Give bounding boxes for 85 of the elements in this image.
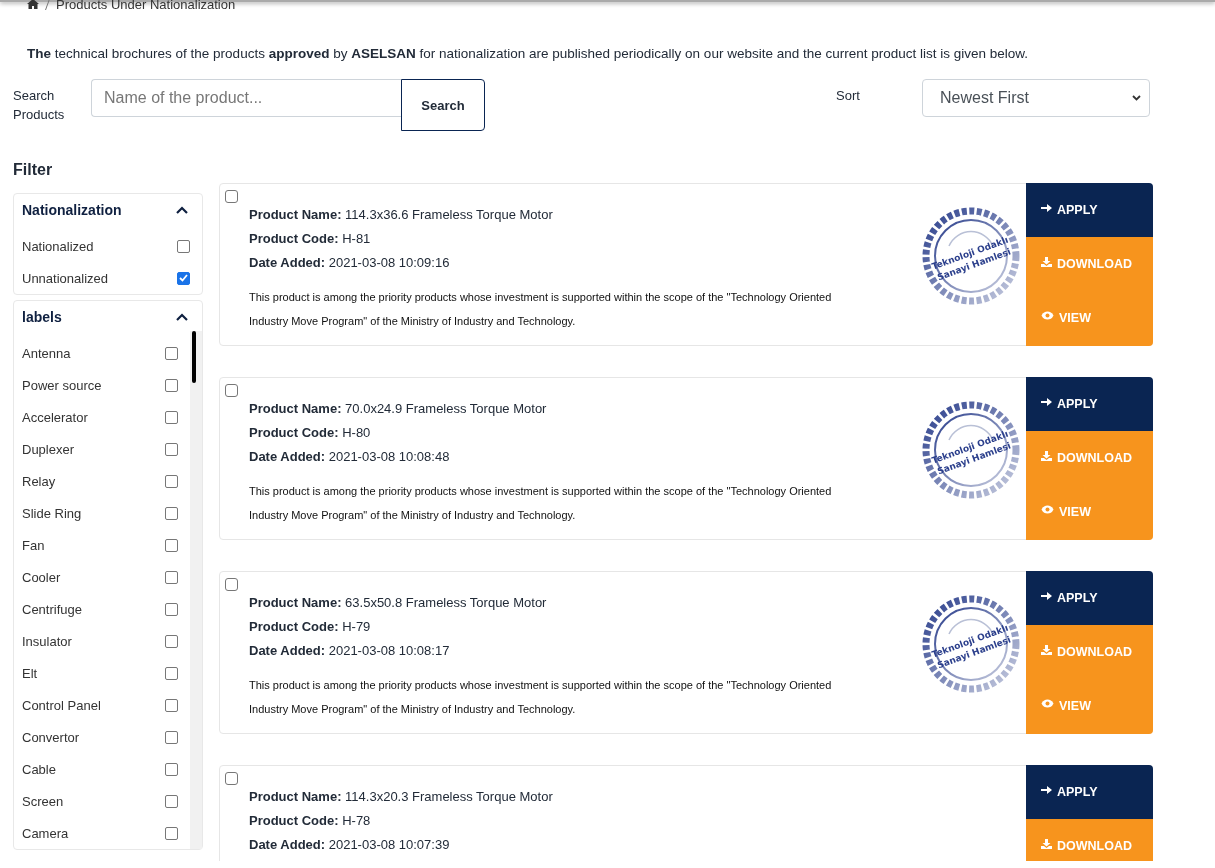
chevron-down-icon [1132,95,1141,101]
chevron-up-icon[interactable] [176,313,188,321]
filter-option-label: Camera [22,825,69,841]
filter-option-label: Unnationalized [22,270,108,286]
checkbox[interactable] [165,506,178,520]
product-detail: Product Name: 114.3x20.3 Frameless Torque Motor [249,788,554,806]
checkbox[interactable] [165,666,178,680]
download-icon [1041,257,1052,267]
product-detail: Product Code: H-81 [249,230,372,248]
checkbox[interactable] [165,634,178,648]
checkbox[interactable] [177,239,190,253]
download-icon [1041,645,1052,655]
product-note: This product is among the priority products whose investment is supported within the scope of the "Technology Oriented Industry Move Program" of the Ministry of Industry and Technology. [249,290,833,329]
product-detail: Date Added: 2021-03-08 10:08:17 [249,642,451,660]
product-detail: Product Code: H-79 [249,618,372,636]
filter-group-title[interactable]: labels [22,309,62,325]
filter-option-label: Antenna [22,345,71,361]
checkbox[interactable] [165,826,178,840]
apply-button[interactable]: APPLY [1026,183,1153,237]
checkbox[interactable] [165,570,178,584]
filter-option-label: Insulator [22,633,72,649]
search-label: Search Products [13,87,66,124]
filter-group-title[interactable]: Nationalization [22,202,122,218]
checkbox[interactable] [225,190,238,203]
arrow-right-icon [1041,397,1052,407]
product-detail: Product Name: 70.0x24.9 Frameless Torque Motor [249,400,548,418]
sort-label: Sort [836,88,861,103]
arrow-right-icon [1041,785,1052,795]
apply-button[interactable]: APPLY [1026,377,1153,431]
sort-dropdown[interactable]: Newest First [922,79,1150,117]
breadcrumb-item[interactable]: Products Under Nationalization [56,0,236,12]
checkbox[interactable] [165,602,178,616]
filter-option-label: Fan [22,537,45,553]
checkbox[interactable] [165,410,178,424]
apply-button[interactable]: APPLY [1026,571,1153,625]
checkbox[interactable] [165,346,178,360]
filter-option-label: Control Panel [22,697,101,713]
eye-icon [1041,505,1054,514]
eye-icon [1041,311,1054,320]
checkbox[interactable] [165,474,178,488]
product-detail: Product Name: 63.5x50.8 Frameless Torque Motor [249,594,548,612]
product-detail: Date Added: 2021-03-08 10:09:16 [249,254,451,272]
checkbox[interactable] [165,698,178,712]
checkbox[interactable] [165,730,178,744]
scrollbar[interactable] [190,331,202,849]
checkbox[interactable] [177,271,190,285]
intro-text: The technical brochures of the products approved by ASELSAN for nationalization are published periodically on our website and the current product list is given below. [27,46,1030,61]
chevron-up-icon[interactable] [176,206,188,214]
filter-option-label: Convertor [22,729,80,745]
filter-option-label: Cooler [22,569,61,585]
product-detail: Product Code: H-78 [249,812,372,830]
arrow-right-icon [1041,203,1052,213]
filter-option-label: Power source [22,377,102,393]
filter-option-label: Screen [22,793,64,809]
download-icon [1041,451,1052,461]
filter-option-label: Relay [22,473,56,489]
checkbox[interactable] [165,762,178,776]
filter-option-label: Duplexer [22,441,75,457]
checkbox[interactable] [165,442,178,456]
product-detail: Date Added: 2021-03-08 10:07:39 [249,836,451,854]
checkbox[interactable] [165,794,178,808]
product-detail: Product Name: 114.3x36.6 Frameless Torque Motor [249,206,554,224]
checkbox[interactable] [225,772,238,785]
download-icon [1041,839,1052,849]
arrow-right-icon [1041,591,1052,601]
apply-button[interactable]: APPLY [1026,765,1153,819]
filter-option-label: Cable [22,761,56,777]
checkbox[interactable] [225,578,238,591]
filter-option-label: Accelerator [22,409,88,425]
search-field[interactable]: Name of the product... [91,79,401,117]
filter-option-label: Elt [22,665,38,681]
filter-option-label: Nationalized [22,238,94,254]
product-note: This product is among the priority products whose investment is supported within the scope of the "Technology Oriented Industry Move Program" of the Ministry of Industry and Technology. [249,678,833,717]
search-button[interactable]: Search [401,79,485,131]
home-icon[interactable] [27,0,39,9]
checkbox[interactable] [165,378,178,392]
product-detail: Date Added: 2021-03-08 10:08:48 [249,448,451,466]
filter-heading: Filter [13,161,54,179]
product-note: This product is among the priority products whose investment is supported within the scope of the "Technology Oriented Industry Move Program" of the Ministry of Industry and Technology. [249,484,833,523]
filter-option-label: Slide Ring [22,505,82,521]
product-detail: Product Code: H-80 [249,424,372,442]
filter-option-label: Centrifuge [22,601,82,617]
checkbox[interactable] [225,384,238,397]
eye-icon [1041,699,1054,708]
checkbox[interactable] [165,538,178,552]
